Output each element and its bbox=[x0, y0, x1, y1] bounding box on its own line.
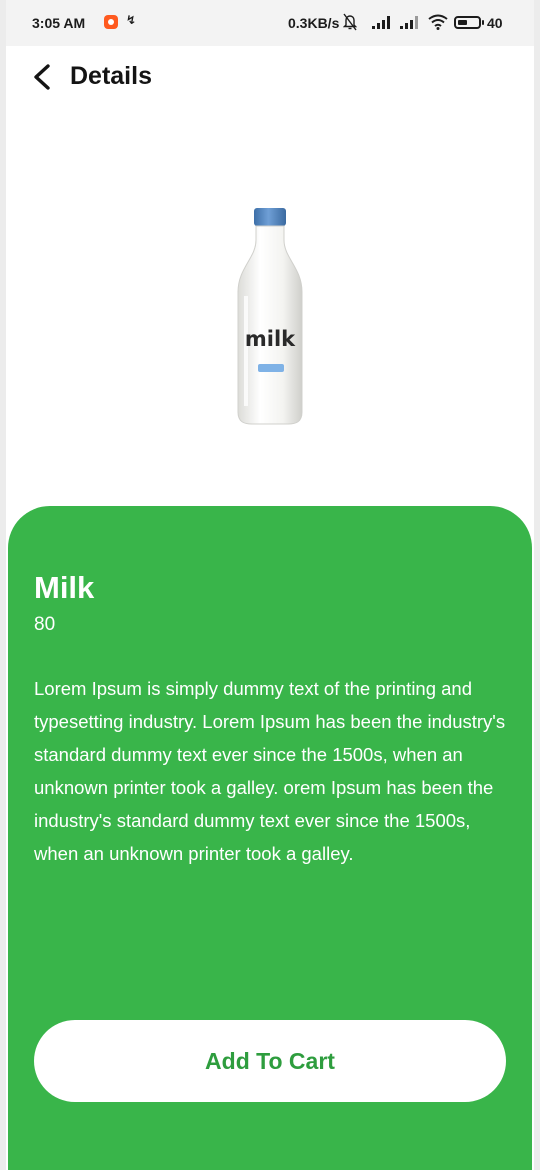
product-name: Milk bbox=[34, 570, 95, 605]
product-description: Lorem Ipsum is simply dummy text of the … bbox=[34, 678, 506, 864]
signal-icon-secondary bbox=[400, 16, 420, 29]
network-speed: 0.3KB/s bbox=[288, 15, 340, 31]
bell-off-icon bbox=[343, 13, 357, 31]
battery-icon bbox=[454, 16, 484, 29]
status-bar: 3:05 AM ↯ 0.3KB/s 40 bbox=[6, 0, 534, 46]
signal-icon bbox=[372, 16, 392, 29]
wifi-icon bbox=[428, 14, 448, 30]
app-header: Details bbox=[6, 46, 534, 108]
screen-record-icon bbox=[104, 15, 118, 29]
chevron-left-icon bbox=[34, 64, 50, 90]
page-title: Details bbox=[70, 62, 152, 90]
battery-level: 40 bbox=[487, 15, 503, 31]
product-price: 80 bbox=[34, 614, 56, 635]
details-sheet: Milk 80 Lorem Ipsum is simply dummy text… bbox=[8, 506, 532, 1170]
back-button[interactable] bbox=[26, 54, 60, 98]
charging-bolt-icon: ↯ bbox=[126, 13, 137, 27]
bottle-label-text: milk bbox=[245, 327, 296, 351]
add-to-cart-button[interactable]: Add To Cart bbox=[34, 1020, 506, 1102]
screen: 3:05 AM ↯ 0.3KB/s 40 Details milk Milk 8… bbox=[6, 0, 534, 1170]
product-image: milk bbox=[237, 208, 303, 425]
status-time: 3:05 AM bbox=[32, 15, 86, 31]
